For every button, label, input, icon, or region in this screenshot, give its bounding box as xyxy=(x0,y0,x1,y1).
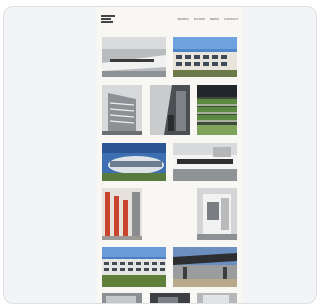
gallery-photo[interactable] xyxy=(173,37,237,77)
gallery-photo[interactable] xyxy=(150,85,190,135)
nav-item[interactable]: NEWS xyxy=(210,18,219,21)
nav-item[interactable]: WORKS xyxy=(177,18,188,21)
gallery-photo[interactable] xyxy=(197,85,237,135)
gallery-photo[interactable] xyxy=(102,143,166,181)
nav-item[interactable]: STUDIO xyxy=(194,18,205,21)
gallery-photo[interactable] xyxy=(150,293,190,303)
gallery-photo[interactable] xyxy=(197,293,237,303)
gallery-photo[interactable] xyxy=(102,85,142,135)
gallery-photo[interactable] xyxy=(173,247,237,287)
site-nav: WORKS STUDIO NEWS CONTACT xyxy=(177,18,238,21)
gallery-photo[interactable] xyxy=(173,143,237,181)
gallery-photo[interactable] xyxy=(102,188,142,240)
gallery-photo[interactable] xyxy=(102,247,166,287)
nav-item[interactable]: CONTACT xyxy=(224,18,238,21)
website-preview: WORKS STUDIO NEWS CONTACT xyxy=(97,7,243,303)
preview-card[interactable]: WORKS STUDIO NEWS CONTACT xyxy=(3,6,317,304)
gallery-photo[interactable] xyxy=(102,293,142,303)
gallery-photo[interactable] xyxy=(197,188,237,240)
gallery-photo[interactable] xyxy=(102,37,166,77)
site-logo[interactable] xyxy=(101,15,115,24)
